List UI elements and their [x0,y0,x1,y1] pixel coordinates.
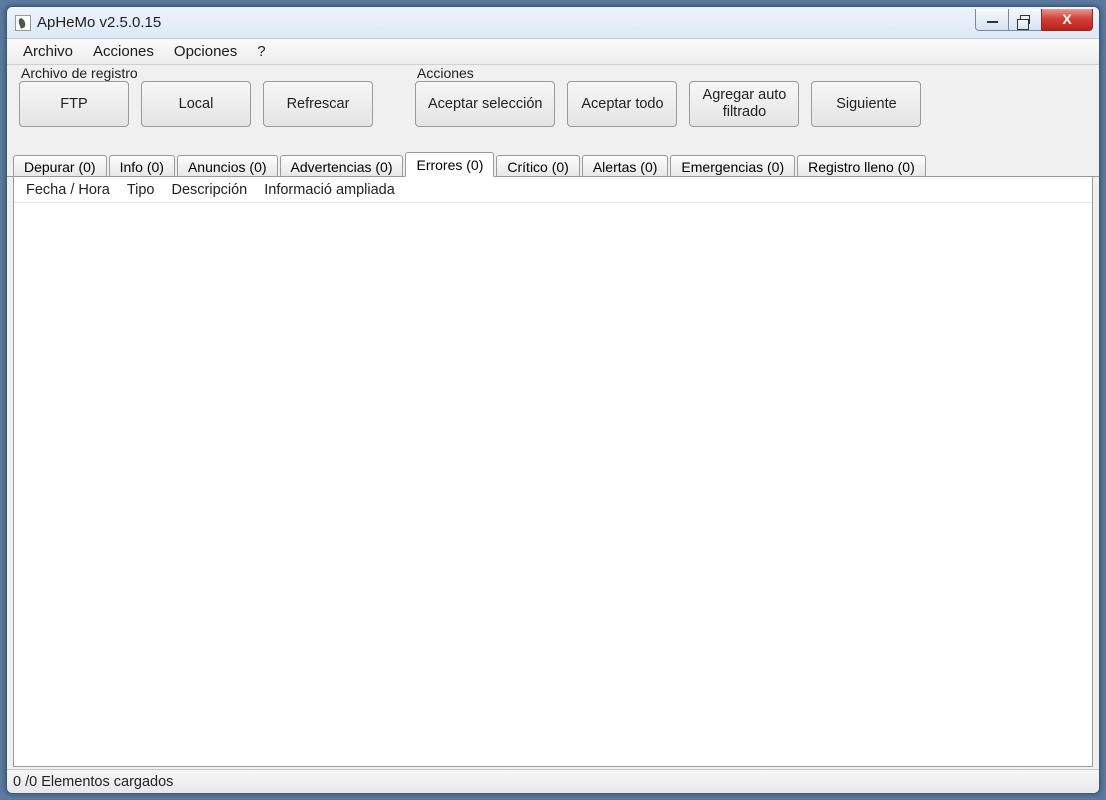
menu-bar: Archivo Acciones Opciones ? [7,39,1099,65]
accept-selection-button[interactable]: Aceptar selección [415,81,555,127]
close-button[interactable]: X [1041,9,1093,31]
toolbar-groups: Archivo de registro FTP Local Refrescar … [7,65,1099,141]
window-title: ApHeMo v2.5.0.15 [37,14,976,31]
status-text: 0 /0 Elementos cargados [13,774,173,790]
column-headers: Fecha / Hora Tipo Descripción Informació… [14,177,1092,203]
titlebar[interactable]: ApHeMo v2.5.0.15 X [7,7,1099,39]
tab-6[interactable]: Alertas (0) [582,155,669,177]
tab-1[interactable]: Info (0) [109,155,175,177]
close-icon: X [1062,11,1071,27]
group-log-file: Archivo de registro FTP Local Refrescar [13,67,379,133]
log-button-row: FTP Local Refrescar [19,81,373,127]
menu-opciones[interactable]: Opciones [164,41,247,62]
log-list-body[interactable] [14,203,1092,766]
refresh-button[interactable]: Refrescar [263,81,373,127]
actions-button-row: Aceptar selección Aceptar todo Agregar a… [415,81,921,127]
tab-strip: Depurar (0)Info (0)Anuncios (0)Advertenc… [7,151,1099,177]
app-icon [15,15,31,31]
tab-2[interactable]: Anuncios (0) [177,155,278,177]
tab-5[interactable]: Crítico (0) [496,155,579,177]
accept-all-button[interactable]: Aceptar todo [567,81,677,127]
add-auto-filtered-button[interactable]: Agregar auto filtrado [689,81,799,127]
app-window: ApHeMo v2.5.0.15 X Archivo Acciones Opci… [6,6,1100,794]
tab-7[interactable]: Emergencias (0) [670,155,795,177]
maximize-icon [1020,15,1030,24]
minimize-button[interactable] [975,9,1009,31]
log-list-area: Fecha / Hora Tipo Descripción Informació… [13,177,1093,767]
maximize-button[interactable] [1008,9,1042,31]
menu-help[interactable]: ? [247,41,275,62]
tab-3[interactable]: Advertencias (0) [280,155,404,177]
col-date-time[interactable]: Fecha / Hora [18,182,119,198]
ftp-button[interactable]: FTP [19,81,129,127]
group-log-legend: Archivo de registro [19,65,140,81]
group-actions-legend: Acciones [415,65,476,81]
menu-archivo[interactable]: Archivo [13,41,83,62]
tab-0[interactable]: Depurar (0) [13,155,107,177]
col-description[interactable]: Descripción [164,182,257,198]
local-button[interactable]: Local [141,81,251,127]
window-buttons: X [976,9,1093,31]
group-actions: Acciones Aceptar selección Aceptar todo … [409,67,927,133]
col-extended-info[interactable]: Informació ampliada [256,182,404,198]
tab-8[interactable]: Registro lleno (0) [797,155,926,177]
minimize-icon [987,21,998,23]
status-bar: 0 /0 Elementos cargados [7,769,1099,793]
menu-acciones[interactable]: Acciones [83,41,164,62]
next-button[interactable]: Siguiente [811,81,921,127]
tab-4[interactable]: Errores (0) [405,152,494,177]
col-type[interactable]: Tipo [119,182,164,198]
